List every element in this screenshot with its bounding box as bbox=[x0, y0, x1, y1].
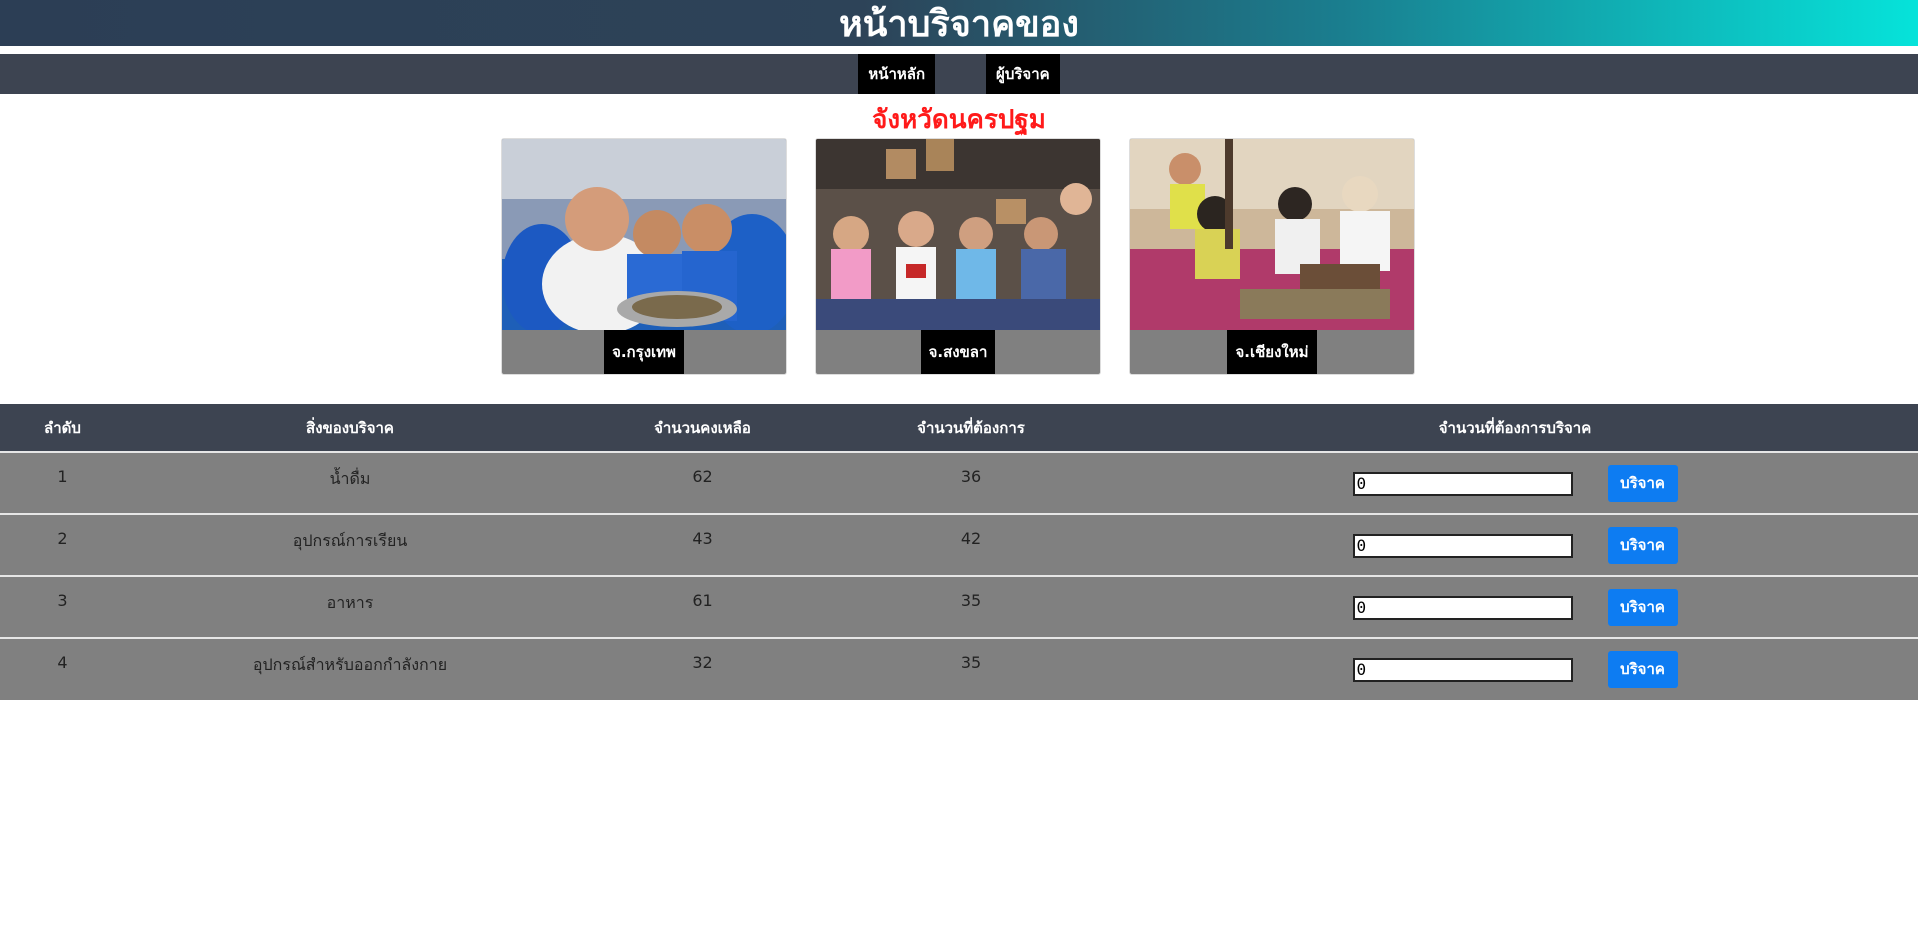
province-cards: จ.กรุงเทพ จ.สงขลา จ.เชียงใหม่ bbox=[0, 138, 1918, 376]
row-item: อุปกรณ์การเรียน bbox=[292, 531, 408, 550]
province-photo-chiangmai bbox=[1130, 139, 1414, 330]
row-remaining: 32 bbox=[692, 653, 713, 672]
col-header-number: ลำดับ bbox=[44, 418, 81, 437]
donate-amount-input[interactable] bbox=[1352, 533, 1573, 558]
province-card-chiangmai[interactable]: จ.เชียงใหม่ bbox=[1129, 138, 1415, 375]
province-heading: จังหวัดนครปฐม bbox=[872, 105, 1046, 135]
table-row: 4 อุปกรณ์สำหรับออกกำลังกาย 32 35 บริจาค bbox=[0, 638, 1918, 700]
province-photo-songkhla bbox=[816, 139, 1100, 330]
province-caption-bangkok[interactable]: จ.กรุงเทพ bbox=[604, 330, 684, 374]
donate-amount-input[interactable] bbox=[1352, 595, 1573, 620]
donation-table: ลำดับ สิ่งของบริจาค จำนวนคงเหลือ จำนวนที… bbox=[0, 404, 1918, 700]
donate-button[interactable]: บริจาค bbox=[1607, 589, 1678, 626]
table-row: 3 อาหาร 61 35 บริจาค bbox=[0, 576, 1918, 638]
col-header-remaining: จำนวนคงเหลือ bbox=[654, 418, 751, 437]
province-card-bangkok[interactable]: จ.กรุงเทพ bbox=[501, 138, 787, 375]
row-donate-cell: บริจาค bbox=[1112, 638, 1918, 700]
page-header: หน้าบริจาคของ bbox=[0, 0, 1918, 46]
donate-button[interactable]: บริจาค bbox=[1607, 651, 1678, 688]
donate-amount-input[interactable] bbox=[1352, 471, 1573, 496]
row-number: 2 bbox=[57, 529, 68, 548]
row-item: น้ำดื่ม bbox=[329, 469, 371, 488]
donate-button[interactable]: บริจาค bbox=[1607, 465, 1678, 502]
page-title: หน้าบริจาคของ bbox=[839, 3, 1079, 45]
row-number: 4 bbox=[57, 653, 68, 672]
row-number: 1 bbox=[57, 467, 68, 486]
province-caption-chiangmai[interactable]: จ.เชียงใหม่ bbox=[1227, 330, 1317, 374]
col-header-donate-amount: จำนวนที่ต้องการบริจาค bbox=[1438, 418, 1592, 437]
row-item: อาหาร bbox=[326, 593, 374, 612]
row-item: อุปกรณ์สำหรับออกกำลังกาย bbox=[252, 655, 448, 674]
nav-donors-link[interactable]: ผู้บริจาค bbox=[986, 54, 1060, 94]
donate-button[interactable]: บริจาค bbox=[1607, 527, 1678, 564]
province-photo-bangkok bbox=[502, 139, 786, 330]
donate-amount-input[interactable] bbox=[1352, 657, 1573, 682]
row-remaining: 62 bbox=[692, 467, 713, 486]
row-donate-cell: บริจาค bbox=[1112, 514, 1918, 576]
province-caption-songkhla[interactable]: จ.สงขลา bbox=[920, 330, 996, 374]
province-card-songkhla[interactable]: จ.สงขลา bbox=[815, 138, 1101, 375]
col-header-needed: จำนวนที่ต้องการ bbox=[917, 418, 1025, 437]
row-donate-cell: บริจาค bbox=[1112, 452, 1918, 514]
col-header-item: สิ่งของบริจาค bbox=[306, 418, 394, 437]
row-needed: 35 bbox=[960, 591, 982, 610]
donation-table-wrapper: ลำดับ สิ่งของบริจาค จำนวนคงเหลือ จำนวนที… bbox=[0, 404, 1918, 700]
table-row: 2 อุปกรณ์การเรียน 43 42 บริจาค bbox=[0, 514, 1918, 576]
row-needed: 36 bbox=[960, 467, 982, 486]
row-remaining: 43 bbox=[692, 529, 713, 548]
row-remaining: 61 bbox=[692, 591, 713, 610]
row-donate-cell: บริจาค bbox=[1112, 576, 1918, 638]
table-row: 1 น้ำดื่ม 62 36 บริจาค bbox=[0, 452, 1918, 514]
nav-home-link[interactable]: หน้าหลัก bbox=[858, 54, 936, 94]
row-number: 3 bbox=[57, 591, 68, 610]
navbar: หน้าหลัก ผู้บริจาค bbox=[0, 54, 1918, 94]
row-needed: 35 bbox=[960, 653, 982, 672]
row-needed: 42 bbox=[960, 529, 982, 548]
table-header-row: ลำดับ สิ่งของบริจาค จำนวนคงเหลือ จำนวนที… bbox=[0, 404, 1918, 452]
